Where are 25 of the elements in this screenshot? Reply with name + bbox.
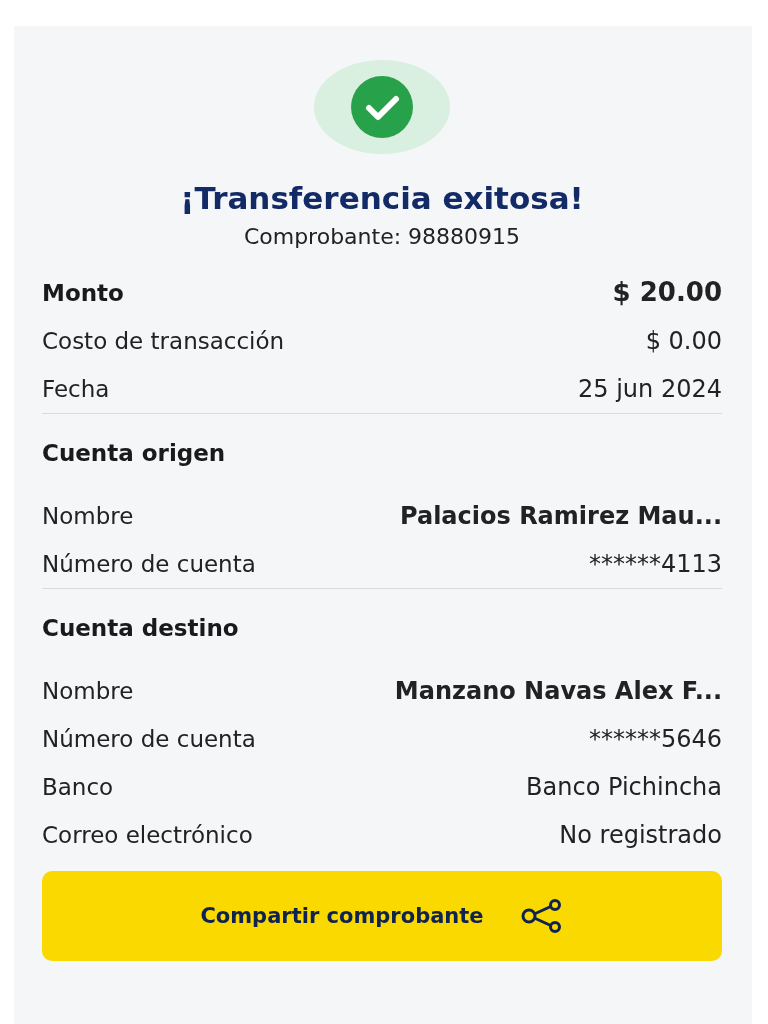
field-value: $ 0.00 [645, 327, 722, 355]
field-label: Nombre [42, 678, 134, 704]
success-title: ¡Transferencia exitosa! [180, 180, 584, 216]
field-label: Número de cuenta [42, 551, 256, 577]
amount-value: $ 20.00 [612, 277, 722, 307]
section-heading: Cuenta origen [42, 440, 226, 466]
field-value: Manzano Navas Alex F... [394, 677, 722, 705]
field-value: Banco Pichincha [526, 773, 722, 801]
field-value: No registrado [559, 821, 722, 849]
field-label: Correo electrónico [42, 822, 253, 848]
share-icon [519, 899, 564, 933]
field-value: 25 jun 2024 [578, 375, 722, 403]
receipt-number: Comprobante: 98880915 [243, 224, 521, 249]
section-heading: Monto [42, 280, 124, 306]
field-value: ******5646 [588, 725, 722, 753]
field-label: Nombre [42, 503, 134, 529]
field-label: Costo de transacción [42, 328, 285, 354]
field-label: Fecha [42, 376, 110, 402]
success-check-icon [314, 60, 450, 154]
field-label: Banco [42, 774, 114, 800]
section-heading: Cuenta destino [42, 615, 239, 641]
field-label: Número de cuenta [42, 726, 256, 752]
share-receipt-button[interactable]: Compartir comprobante [42, 871, 722, 961]
field-value: Palacios Ramirez Mau... [400, 502, 722, 530]
field-value: ******4113 [588, 550, 722, 578]
